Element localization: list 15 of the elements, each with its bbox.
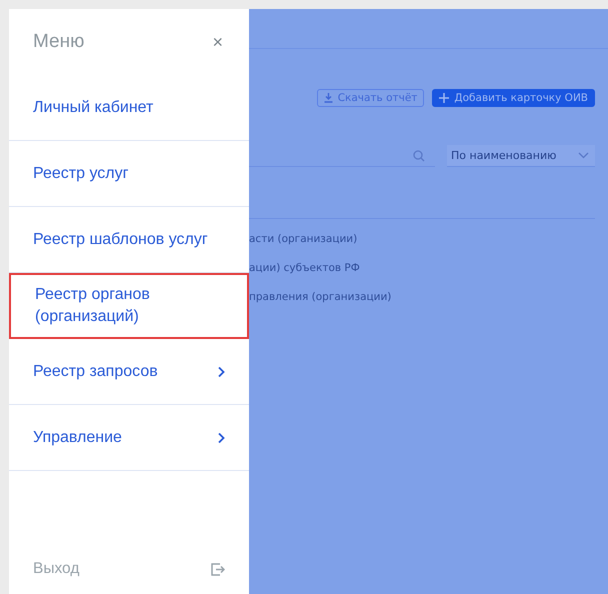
chevron-right-icon: [217, 366, 225, 378]
add-card-button[interactable]: Добавить карточку ОИВ: [432, 89, 595, 107]
search-icon: [413, 150, 425, 162]
list-item-text: правления (организации): [249, 290, 392, 305]
menu-title: Меню: [33, 31, 84, 53]
download-icon: [324, 93, 333, 103]
chevron-right-icon: [217, 432, 225, 444]
list-item-text: ации) субъектов РФ: [249, 261, 361, 276]
sort-dropdown[interactable]: По наименованию: [447, 145, 595, 167]
list-item-text: асти (организации): [249, 232, 358, 247]
menu-item[interactable]: Реестр органов (организаций): [9, 273, 249, 339]
plus-icon: [439, 93, 450, 103]
close-button[interactable]: ×: [210, 32, 225, 52]
exit-icon[interactable]: [211, 562, 225, 576]
chevron-down-icon: [578, 152, 589, 159]
